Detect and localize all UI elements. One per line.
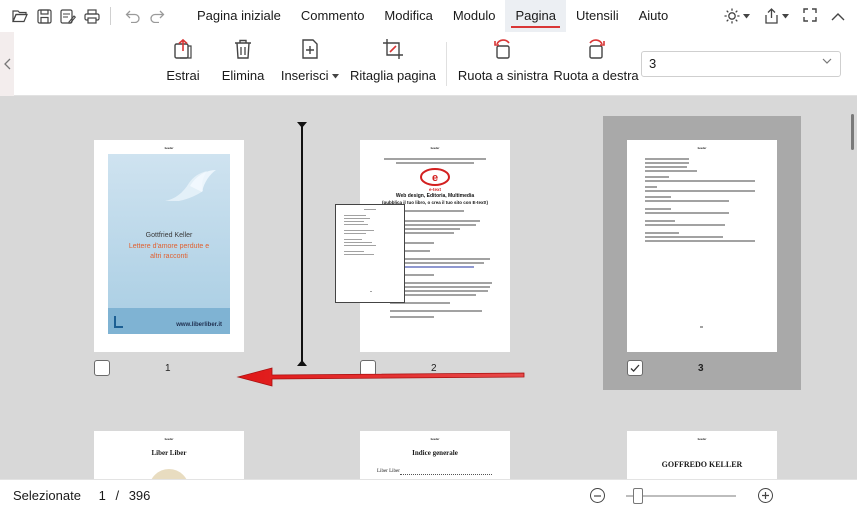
page-header-mark: header: [430, 437, 440, 441]
extract-icon: [174, 38, 192, 59]
page-thumbnail-5[interactable]: header Indice generale Liber Liber: [360, 431, 510, 479]
insert-label: Inserisci: [281, 68, 340, 83]
dragged-page-preview: [335, 204, 405, 303]
thumbnail-workspace[interactable]: header Gottfried Keller Lettere d'amore …: [0, 96, 857, 479]
etext-heading: Web design, Editoria, Multimedia: [395, 193, 475, 199]
menu-help[interactable]: Aiuto: [629, 0, 679, 32]
author-title: GOFFREDO KELLER: [661, 460, 743, 469]
menu-edit[interactable]: Modifica: [374, 0, 442, 32]
rotate-left-button[interactable]: Ruota a sinistra: [457, 38, 549, 92]
rotate-right-button[interactable]: Ruota a destra: [553, 38, 639, 92]
minus-icon: [594, 494, 601, 497]
ribbon-divider: [446, 42, 447, 86]
window-tools: [724, 0, 845, 32]
save-as-icon[interactable]: [56, 4, 80, 28]
menubar: Pagina iniziale Commento Modifica Modulo…: [0, 0, 857, 32]
theme-sun-icon[interactable]: [724, 8, 750, 24]
index-title: Indice generale: [412, 449, 458, 457]
menu-page[interactable]: Pagina: [505, 0, 566, 32]
insertion-marker: [297, 122, 307, 366]
plus-icon: [762, 492, 769, 499]
menu-tools[interactable]: Utensili: [566, 0, 629, 32]
crop-icon: [383, 39, 403, 59]
page-number-label-3: 3: [698, 363, 704, 374]
status-bar: Selezionate 1 / 396: [0, 479, 857, 511]
selection-status: Selezionate 1 / 396: [13, 488, 156, 503]
main-menu: Pagina iniziale Commento Modifica Modulo…: [187, 0, 678, 32]
selection-separator: /: [115, 488, 120, 503]
rotate-right-icon: [589, 39, 605, 59]
redo-icon[interactable]: [145, 4, 169, 28]
page-header-mark: header: [430, 146, 440, 150]
dove-illustration-icon: [165, 170, 216, 201]
save-icon[interactable]: [32, 4, 56, 28]
cover-site: www.liberliber.it: [176, 322, 222, 328]
page-thumbnail-6[interactable]: header GOFFREDO KELLER: [627, 431, 777, 479]
crop-page-button[interactable]: Ritaglia pagina: [350, 38, 437, 92]
insert-page-icon: [302, 39, 318, 59]
insert-button[interactable]: Inserisci: [281, 38, 340, 92]
page-checkbox-1[interactable]: [94, 360, 110, 376]
zoom-slider-handle[interactable]: [633, 488, 643, 504]
delete-button[interactable]: Elimina: [221, 38, 265, 92]
page-header-mark: header: [697, 146, 707, 150]
menu-home[interactable]: Pagina iniziale: [187, 0, 291, 32]
page-checkbox-3[interactable]: [627, 360, 643, 376]
page-thumbnail-4[interactable]: header Liber Liber: [94, 431, 244, 479]
svg-text:e: e: [432, 172, 438, 184]
open-folder-icon[interactable]: [8, 4, 32, 28]
scrollbar-thumb[interactable]: [851, 114, 854, 150]
print-icon[interactable]: [80, 4, 104, 28]
delete-label: Elimina: [221, 68, 265, 83]
page-thumbnail-3[interactable]: header: [627, 140, 777, 352]
page-number-dropdown[interactable]: 3: [641, 51, 841, 77]
selection-label: Selezionate: [13, 488, 81, 503]
page-thumbnail-1[interactable]: header Gottfried Keller Lettere d'amore …: [94, 140, 244, 352]
cover-footer-band: [108, 308, 230, 334]
vertical-scrollbar[interactable]: [848, 96, 857, 479]
collapse-ribbon-icon[interactable]: [831, 9, 845, 24]
crop-label: Ritaglia pagina: [350, 68, 437, 83]
fullscreen-icon[interactable]: [803, 7, 817, 25]
page-ribbon: Estrai Elimina Inserisci Ritaglia pagina…: [0, 32, 857, 96]
etext-logo-icon: e: [420, 168, 450, 186]
rotate-left-label: Ruota a sinistra: [457, 68, 549, 83]
liber-liber-emblem-icon: [149, 469, 189, 479]
cover-author: Gottfried Keller: [145, 232, 193, 239]
undo-icon[interactable]: [121, 4, 145, 28]
zoom-out-button[interactable]: [590, 488, 605, 503]
page-header-mark: header: [697, 437, 707, 441]
toolbar-divider: [110, 7, 111, 25]
menu-comment[interactable]: Commento: [291, 0, 375, 32]
zoom-in-button[interactable]: [758, 488, 773, 503]
book-cover: Gottfried Keller Lettere d'amore perdute…: [108, 154, 230, 334]
share-icon[interactable]: [764, 8, 789, 24]
chevron-down-icon: [822, 58, 832, 64]
page-header-mark: header: [164, 146, 174, 150]
page-number-label-1: 1: [165, 363, 171, 374]
etext-logo-label: e-text: [428, 187, 441, 192]
extract-label: Estrai: [166, 68, 200, 83]
cover-title: Lettere d'amore perdute e altri racconti: [128, 243, 210, 260]
index-first-entry: Liber Liber: [377, 469, 400, 474]
rotate-right-label: Ruota a destra: [553, 68, 639, 83]
extract-button[interactable]: Estrai: [162, 38, 204, 92]
rotate-left-icon: [494, 39, 510, 59]
liberliber-logo-icon: [114, 316, 123, 328]
trash-icon: [235, 39, 251, 59]
page-number-value: 3: [649, 56, 657, 71]
quick-access-toolbar: [0, 4, 169, 28]
menu-form[interactable]: Modulo: [443, 0, 506, 32]
checkmark-icon: [630, 364, 640, 373]
liber-liber-title: Liber Liber: [151, 449, 187, 457]
ribbon-scroll-left[interactable]: [0, 32, 14, 96]
drag-direction-arrow: [236, 367, 525, 387]
selection-total: 396: [128, 488, 151, 503]
selection-current: 1: [98, 488, 106, 503]
page-header-mark: header: [164, 437, 174, 441]
